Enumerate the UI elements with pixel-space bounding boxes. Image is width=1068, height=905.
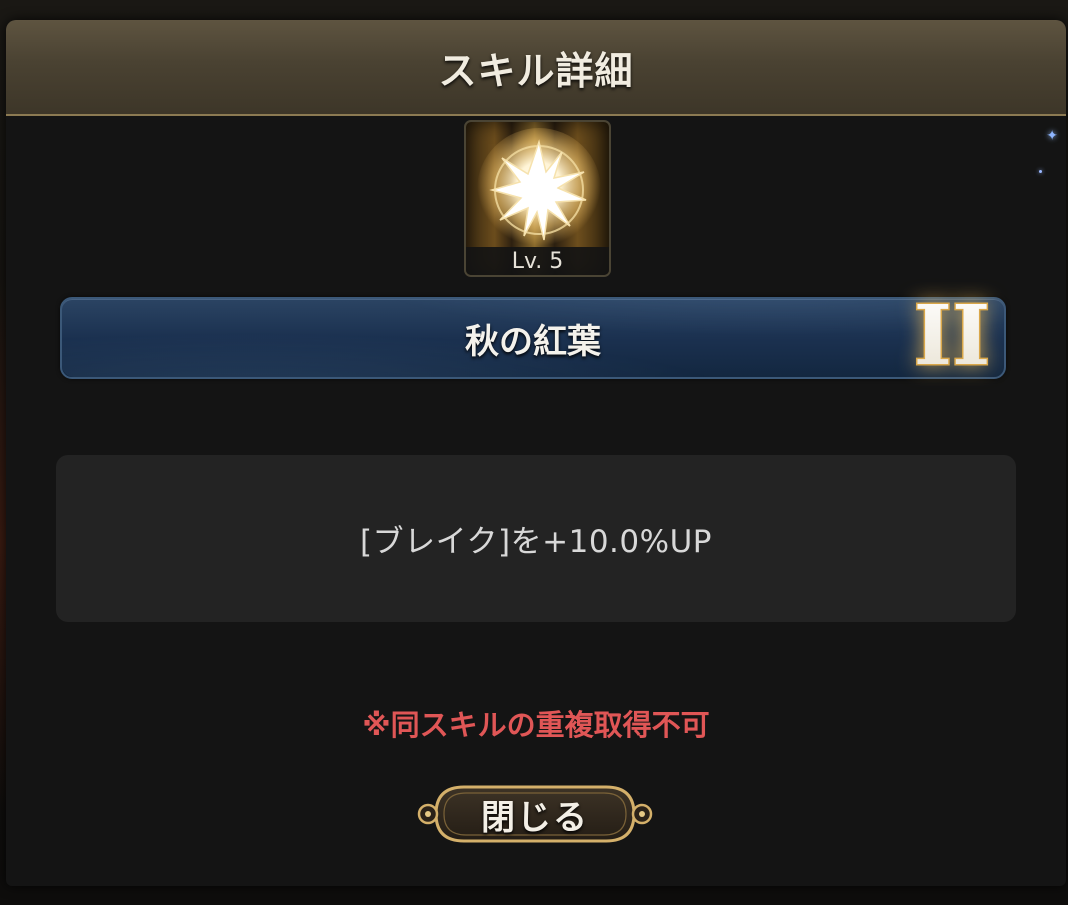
sparkle-icon: ✦	[1046, 128, 1058, 144]
skill-level-label: Lv. 5	[466, 247, 609, 275]
close-button[interactable]: 閉じる	[414, 781, 656, 847]
dialog-title: スキル詳細	[438, 48, 634, 93]
dialog-header: スキル詳細	[6, 20, 1066, 116]
roman-numeral-icon: II	[912, 287, 992, 381]
sparkle-dot	[1039, 170, 1042, 173]
skill-description: [ブレイク]を+10.0%UP	[360, 524, 712, 560]
skill-description-box: [ブレイク]を+10.0%UP	[56, 455, 1016, 622]
skill-icon-frame: Lv. 5	[464, 120, 611, 277]
skill-name: 秋の紅葉	[465, 321, 601, 362]
rank-numeral: II	[914, 288, 991, 380]
skill-name-bar: 秋の紅葉	[60, 297, 1006, 379]
duplicate-note: ※同スキルの重複取得不可	[362, 708, 710, 742]
rank-badge: II	[912, 286, 992, 381]
close-button-label: 閉じる	[481, 797, 589, 838]
